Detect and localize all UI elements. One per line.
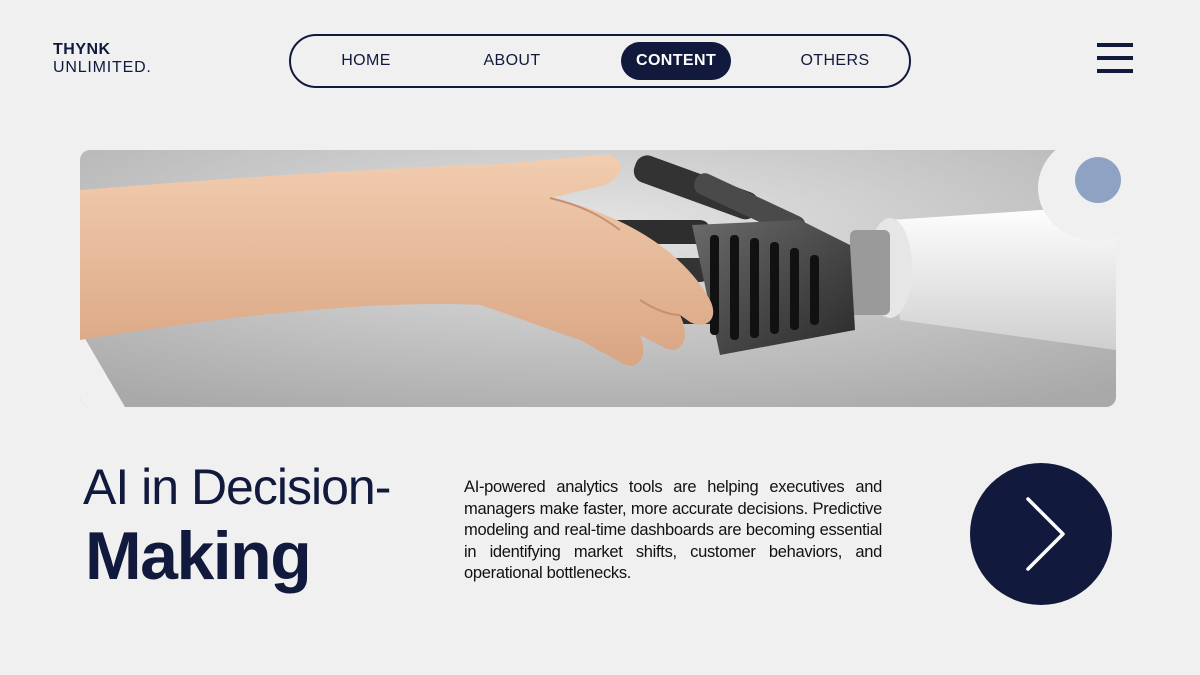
main-nav: HOME ABOUT CONTENT OTHERS <box>289 34 911 88</box>
hamburger-menu-icon[interactable] <box>1097 42 1133 74</box>
brand-logo[interactable]: THYNK UNLIMITED. <box>53 41 152 77</box>
accent-dot <box>1075 157 1121 203</box>
nav-item-others[interactable]: OTHERS <box>785 42 885 80</box>
nav-item-home[interactable]: HOME <box>321 42 411 80</box>
chevron-right-icon <box>1026 497 1065 571</box>
hero-image <box>80 150 1116 407</box>
headline-line1: AI in Decision- <box>83 459 391 515</box>
next-button[interactable] <box>970 463 1112 605</box>
brand-name-line2: UNLIMITED. <box>53 59 152 76</box>
brand-name-line1: THYNK <box>53 41 111 58</box>
nav-item-content[interactable]: CONTENT <box>621 42 732 80</box>
headline-line2: Making <box>85 518 312 594</box>
body-paragraph: AI-powered analytics tools are helping e… <box>464 478 882 582</box>
nav-item-about[interactable]: ABOUT <box>467 42 557 80</box>
